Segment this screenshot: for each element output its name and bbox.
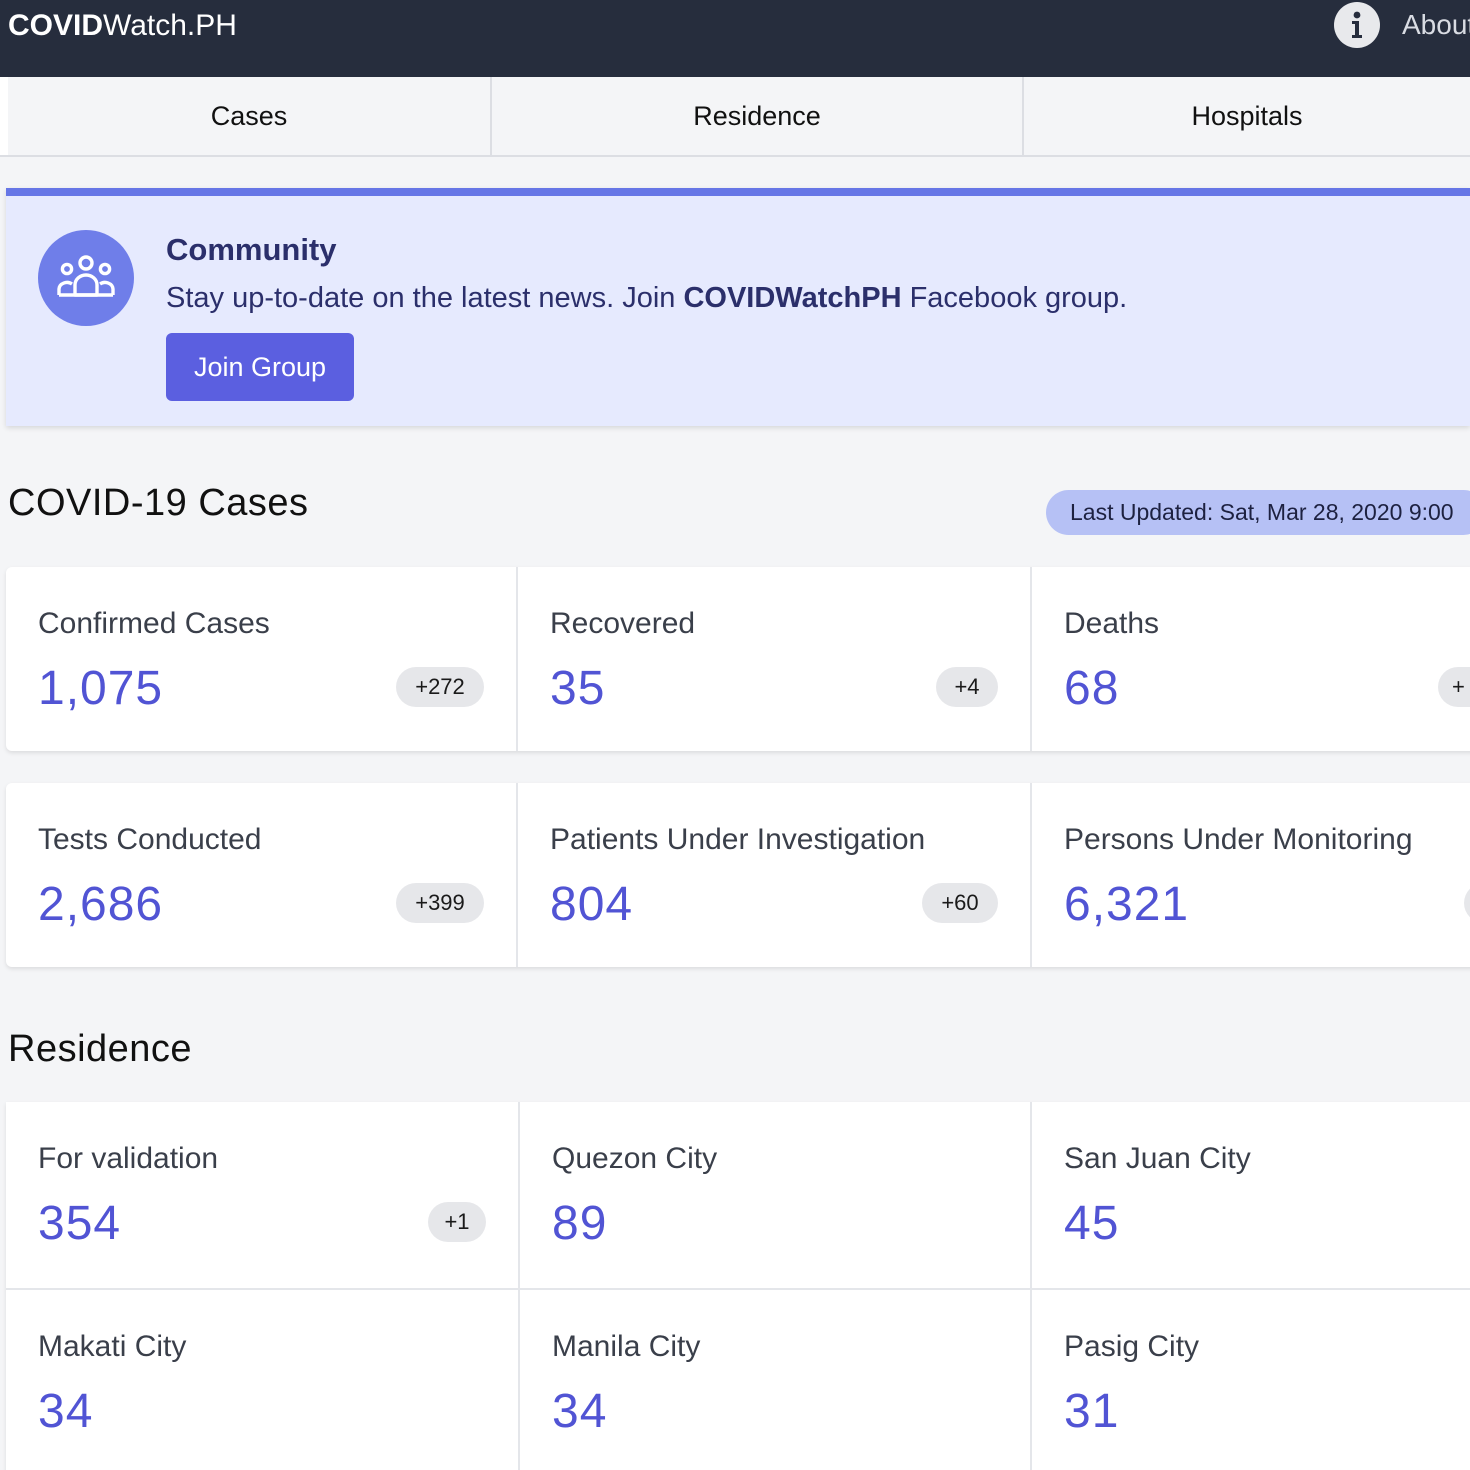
brand-logo[interactable]: COVIDWatch.PH bbox=[8, 8, 237, 44]
residence-card-makati: Makati City 34 bbox=[6, 1288, 519, 1470]
stat-value: 68 bbox=[1064, 662, 1120, 715]
stat-card-pui: Patients Under Investigation 804 +60 bbox=[516, 783, 1030, 967]
stat-value: 6,321 bbox=[1064, 878, 1190, 931]
stat-delta-badge: +60 bbox=[922, 883, 998, 923]
residence-value: 34 bbox=[38, 1385, 94, 1438]
residence-card-validation: For validation 354 +1 bbox=[6, 1102, 519, 1288]
cases-section-title: COVID-19 Cases bbox=[8, 482, 309, 524]
about-label: About bbox=[1402, 9, 1470, 40]
info-icon[interactable] bbox=[1334, 2, 1380, 48]
stat-delta-badge: + bbox=[1438, 667, 1470, 707]
residence-card-pasig: Pasig City 31 bbox=[1030, 1288, 1470, 1470]
stat-card-confirmed: Confirmed Cases 1,075 +272 bbox=[6, 567, 517, 751]
stat-value: 804 bbox=[550, 878, 634, 931]
stat-delta-badge bbox=[1464, 883, 1470, 923]
stat-delta-badge: +272 bbox=[396, 667, 484, 707]
residence-delta-badge: +1 bbox=[428, 1202, 486, 1242]
residence-value: 31 bbox=[1064, 1385, 1120, 1438]
residence-card-manila: Manila City 34 bbox=[518, 1288, 1030, 1470]
cases-row-1: Confirmed Cases 1,075 +272 Recovered 35 … bbox=[6, 567, 1470, 751]
last-updated-badge: Last Updated: Sat, Mar 28, 2020 9:00 bbox=[1046, 490, 1470, 535]
community-banner: Community Stay up-to-date on the latest … bbox=[6, 188, 1470, 426]
stat-value: 2,686 bbox=[38, 878, 164, 931]
stat-card-recovered: Recovered 35 +4 bbox=[516, 567, 1030, 751]
banner-desc-group: COVIDWatchPH bbox=[683, 282, 902, 314]
banner-title: Community bbox=[166, 232, 337, 267]
residence-value: 89 bbox=[552, 1197, 608, 1250]
residence-label: Pasig City bbox=[1064, 1330, 1200, 1363]
stat-delta-badge: +399 bbox=[396, 883, 484, 923]
residence-label: Makati City bbox=[38, 1330, 187, 1363]
residence-label: Manila City bbox=[552, 1330, 701, 1363]
section-tabs: Cases Residence Hospitals bbox=[0, 77, 1470, 157]
stat-label: Tests Conducted bbox=[38, 823, 262, 856]
residence-value: 354 bbox=[38, 1197, 122, 1250]
residence-value: 45 bbox=[1064, 1197, 1120, 1250]
stat-card-pum: Persons Under Monitoring 6,321 bbox=[1030, 783, 1470, 967]
tab-cases[interactable]: Cases bbox=[0, 77, 490, 155]
join-group-button[interactable]: Join Group bbox=[166, 333, 354, 401]
stat-label: Persons Under Monitoring bbox=[1064, 823, 1413, 856]
residence-label: San Juan City bbox=[1064, 1142, 1251, 1175]
residence-card-sanjuan: San Juan City 45 bbox=[1030, 1102, 1470, 1288]
tab-residence[interactable]: Residence bbox=[490, 77, 1022, 155]
about-link[interactable]: About bbox=[1334, 2, 1470, 48]
brand-rest: Watch.PH bbox=[103, 9, 237, 42]
stat-label: Recovered bbox=[550, 607, 696, 640]
stat-value: 1,075 bbox=[38, 662, 164, 715]
residence-value: 34 bbox=[552, 1385, 608, 1438]
banner-description: Stay up-to-date on the latest news. Join… bbox=[166, 282, 1127, 315]
stat-card-deaths: Deaths 68 + bbox=[1030, 567, 1470, 751]
stat-card-tests: Tests Conducted 2,686 +399 bbox=[6, 783, 517, 967]
brand-bold: COVID bbox=[8, 9, 104, 42]
cases-row-2: Tests Conducted 2,686 +399 Patients Unde… bbox=[6, 783, 1470, 967]
community-icon bbox=[38, 230, 134, 326]
residence-grid: For validation 354 +1 Quezon City 89 San… bbox=[6, 1102, 1470, 1470]
stat-label: Patients Under Investigation bbox=[550, 823, 926, 856]
banner-desc-text: Stay up-to-date on the latest news. Join bbox=[166, 282, 684, 314]
residence-card-quezon: Quezon City 89 bbox=[518, 1102, 1030, 1288]
residence-section-title: Residence bbox=[8, 1028, 193, 1070]
residence-label: For validation bbox=[38, 1142, 219, 1175]
stat-label: Confirmed Cases bbox=[38, 607, 270, 640]
banner-desc-tail: Facebook group. bbox=[901, 282, 1128, 314]
residence-label: Quezon City bbox=[552, 1142, 718, 1175]
tab-hospitals[interactable]: Hospitals bbox=[1022, 77, 1470, 155]
stat-value: 35 bbox=[550, 662, 606, 715]
stat-label: Deaths bbox=[1064, 607, 1160, 640]
stat-delta-badge: +4 bbox=[936, 667, 998, 707]
top-navbar: COVIDWatch.PH About bbox=[0, 0, 1470, 77]
